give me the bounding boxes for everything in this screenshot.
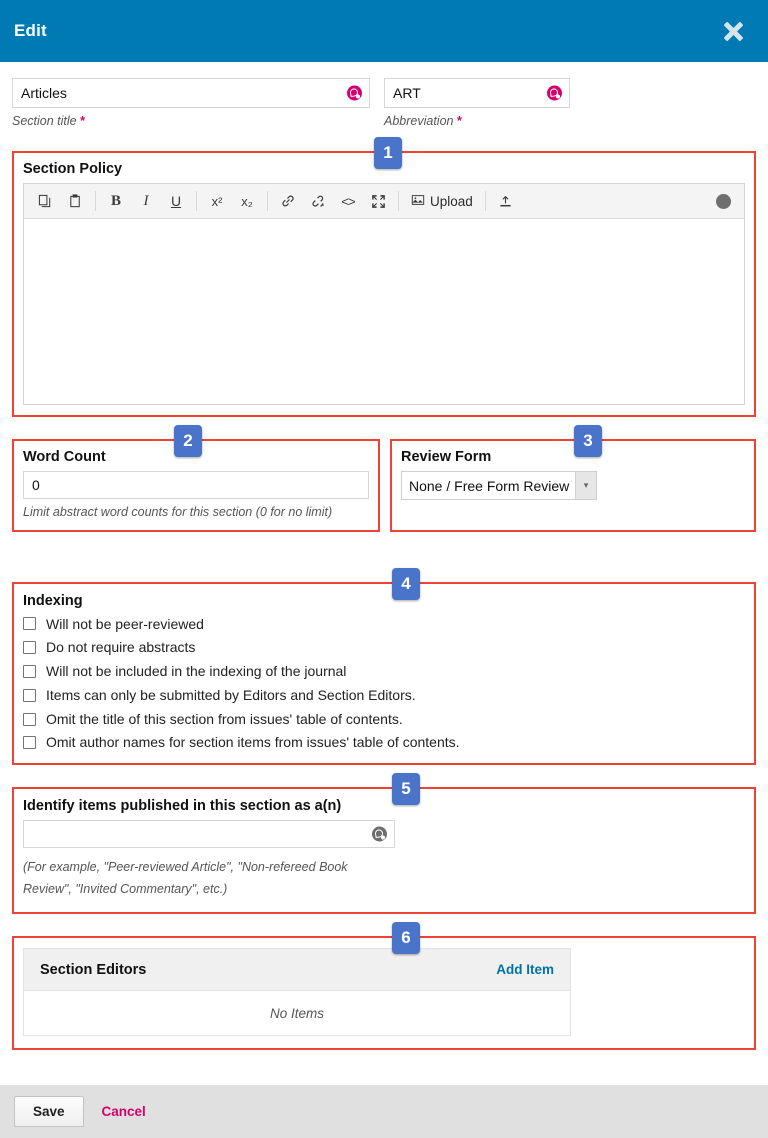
checkbox-omit-authors[interactable] [23,736,36,749]
required-marker: * [80,114,85,128]
section-editors-region: 6 Section Editors Add Item No Items [12,936,756,1050]
identify-items-input[interactable] [23,820,395,848]
section-editors-header: Section Editors Add Item [24,949,570,991]
source-code-button[interactable]: <> [333,187,363,215]
upload-button-label: Upload [430,194,473,209]
modal-body: Section title * Abbreviation * 1 Section… [0,62,768,1050]
identify-items-input-wrap [23,820,395,848]
indexing-region: 4 Indexing Will not be peer-reviewed Do … [12,582,756,766]
section-title-label: Section title * [12,113,370,129]
paste-icon[interactable] [60,187,90,215]
section-editors-empty-state: No Items [24,991,570,1035]
section-editors-title: Section Editors [40,962,146,978]
indexing-option-row[interactable]: Items can only be submitted by Editors a… [23,687,745,704]
indexing-option-row[interactable]: Omit author names for section items from… [23,734,745,751]
subscript-button[interactable]: x₂ [232,187,262,215]
annotation-badge-2: 2 [174,425,202,457]
toolbar-divider [196,191,197,211]
close-icon[interactable] [720,18,746,44]
indexing-option-row[interactable]: Will not be peer-reviewed [23,616,745,633]
abbreviation-input[interactable] [384,78,570,108]
toolbar-divider [267,191,268,211]
abbreviation-group: Abbreviation * [384,78,570,129]
word-count-input[interactable] [23,471,369,499]
indexing-option-label: Will not be peer-reviewed [46,616,204,633]
indexing-option-label: Will not be included in the indexing of … [46,663,346,680]
checkbox-peer-reviewed[interactable] [23,617,36,630]
word-count-region: 2 Word Count Limit abstract word counts … [12,439,380,531]
globe-icon[interactable] [708,187,738,215]
globe-icon[interactable] [372,827,387,842]
toolbar-divider [398,191,399,211]
modal-footer: Save Cancel [0,1085,768,1138]
indexing-option-row[interactable]: Will not be included in the indexing of … [23,663,745,680]
unlink-icon[interactable] [303,187,333,215]
wordcount-reviewform-row: 2 Word Count Limit abstract word counts … [12,439,756,531]
fullscreen-icon[interactable] [363,187,393,215]
identify-items-region: 5 Identify items published in this secti… [12,787,756,914]
checkbox-omit-title[interactable] [23,713,36,726]
underline-button[interactable]: U [161,187,191,215]
link-icon[interactable] [273,187,303,215]
modal-header: Edit [0,0,768,62]
section-policy-region: 1 Section Policy B I [12,151,756,417]
rich-text-editor: B I U x² x₂ [23,183,745,405]
indexing-label: Indexing [23,593,745,609]
toolbar-divider [485,191,486,211]
edit-section-modal: Edit Section title * [0,0,768,1138]
required-marker: * [457,114,462,128]
identify-items-label: Identify items published in this section… [23,798,745,814]
indexing-option-label: Do not require abstracts [46,639,195,656]
review-form-select-wrap: None / Free Form Review ▾ [401,471,597,500]
word-count-input-wrap [23,471,369,499]
indexing-option-label: Omit the title of this section from issu… [46,711,403,728]
save-button[interactable]: Save [14,1096,84,1127]
bold-button[interactable]: B [101,187,131,215]
italic-button[interactable]: I [131,187,161,215]
annotation-badge-4: 4 [392,568,420,600]
image-icon [411,193,425,210]
section-title-label-text: Section title [12,114,77,128]
upload-file-icon[interactable] [491,187,521,215]
abbreviation-input-wrap [384,78,570,108]
globe-icon[interactable] [347,86,362,101]
upload-button[interactable]: Upload [404,187,480,215]
section-title-group: Section title * [12,78,370,129]
word-count-helper: Limit abstract word counts for this sect… [23,504,369,520]
annotation-badge-6: 6 [392,922,420,954]
checkbox-no-abstracts[interactable] [23,641,36,654]
editor-toolbar: B I U x² x₂ [24,184,744,219]
indexing-option-row[interactable]: Omit the title of this section from issu… [23,711,745,728]
top-fields-row: Section title * Abbreviation * [12,62,756,129]
indexing-option-row[interactable]: Do not require abstracts [23,639,745,656]
annotation-badge-5: 5 [392,773,420,805]
editor-content-area[interactable] [24,219,744,404]
globe-icon[interactable] [547,86,562,101]
abbreviation-label-text: Abbreviation [384,114,454,128]
cancel-button[interactable]: Cancel [100,1100,148,1123]
toolbar-divider [95,191,96,211]
copy-icon[interactable] [30,187,60,215]
section-title-input-wrap [12,78,370,108]
indexing-option-label: Omit author names for section items from… [46,734,460,751]
review-form-label: Review Form [401,449,745,465]
annotation-badge-1: 1 [374,137,402,169]
abbreviation-label: Abbreviation * [384,113,570,129]
annotation-badge-3: 3 [574,425,602,457]
checkbox-not-indexed[interactable] [23,665,36,678]
checkbox-editors-only[interactable] [23,689,36,702]
section-editors-panel: Section Editors Add Item No Items [23,948,571,1036]
page-title: Edit [14,21,47,41]
indexing-option-label: Items can only be submitted by Editors a… [46,687,416,704]
section-title-input[interactable] [12,78,370,108]
add-item-button[interactable]: Add Item [496,962,554,977]
review-form-select[interactable]: None / Free Form Review [401,471,597,500]
superscript-button[interactable]: x² [202,187,232,215]
review-form-region: 3 Review Form None / Free Form Review ▾ [390,439,756,531]
identify-items-helper: (For example, "Peer-reviewed Article", "… [23,857,393,900]
